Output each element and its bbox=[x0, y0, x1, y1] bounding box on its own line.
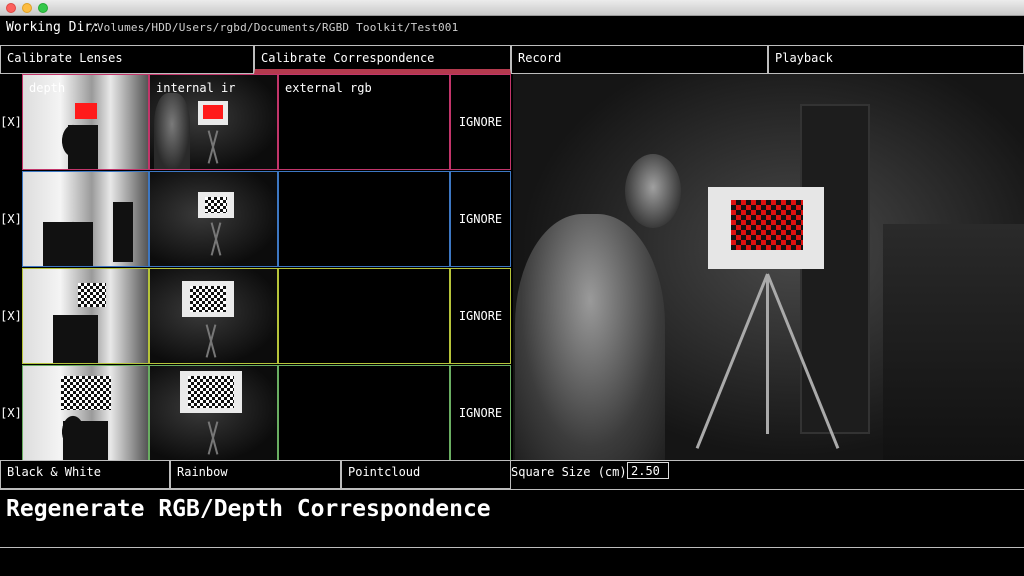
regenerate-correspondence-button[interactable]: Regenerate RGB/Depth Correspondence bbox=[0, 489, 1024, 548]
checkerboard bbox=[190, 286, 226, 312]
internal-ir-image[interactable]: internal ir bbox=[149, 74, 278, 170]
depth-image[interactable]: depth bbox=[22, 74, 149, 170]
depth-column-label: depth bbox=[29, 81, 66, 95]
working-dir-bar: Working Dir: /Volumes/HDD/Users/rgbd/Doc… bbox=[0, 16, 1024, 45]
tab-record[interactable]: Record bbox=[511, 45, 768, 74]
depth-image[interactable] bbox=[22, 171, 149, 267]
square-size-input[interactable]: 2.50 bbox=[627, 462, 669, 479]
detected-marker bbox=[75, 103, 97, 119]
square-size-control: Square Size (cm) 2.50 bbox=[511, 460, 1024, 489]
tab-playback[interactable]: Playback bbox=[768, 45, 1024, 74]
square-size-label: Square Size (cm) bbox=[511, 465, 627, 479]
window-titlebar bbox=[0, 0, 1024, 16]
tab-calibrate-lenses[interactable]: Calibrate Lenses bbox=[0, 45, 254, 74]
checkerboard bbox=[61, 376, 111, 410]
person bbox=[515, 214, 665, 460]
external-rgb-image[interactable] bbox=[278, 171, 450, 267]
capture-row: [X] depth internal ir external rgb IGNOR… bbox=[0, 74, 511, 170]
correspondence-grid: [X] depth internal ir external rgb IGNOR… bbox=[0, 74, 511, 461]
zoom-window-button[interactable] bbox=[38, 3, 48, 13]
external-rgb-image[interactable] bbox=[278, 365, 450, 461]
mode-rainbow-button[interactable]: Rainbow bbox=[170, 460, 341, 489]
external-rgb-image[interactable]: external rgb bbox=[278, 74, 450, 170]
internal-ir-image[interactable] bbox=[149, 268, 278, 364]
person-head bbox=[625, 154, 681, 228]
external-rgb-image[interactable] bbox=[278, 268, 450, 364]
include-checkbox[interactable]: [X] bbox=[0, 268, 22, 364]
checkerboard bbox=[78, 283, 106, 307]
close-window-button[interactable] bbox=[6, 3, 16, 13]
external-rgb-column-label: external rgb bbox=[285, 81, 372, 95]
ignore-button[interactable]: IGNORE bbox=[450, 171, 511, 267]
ir-preview-image[interactable] bbox=[513, 74, 1024, 460]
capture-row: [X] IGNORE bbox=[0, 365, 511, 461]
ignore-button[interactable]: IGNORE bbox=[450, 365, 511, 461]
ignore-button[interactable]: IGNORE bbox=[450, 268, 511, 364]
ignore-button[interactable]: IGNORE bbox=[450, 74, 511, 170]
capture-row: [X] IGNORE bbox=[0, 268, 511, 364]
working-dir-label: Working Dir: bbox=[6, 20, 100, 35]
checkerboard bbox=[731, 200, 803, 250]
mode-black-white-button[interactable]: Black & White bbox=[0, 460, 170, 489]
checkerboard bbox=[188, 376, 234, 408]
status-bar bbox=[0, 548, 1024, 576]
working-dir-path[interactable]: /Volumes/HDD/Users/rgbd/Documents/RGBD T… bbox=[90, 21, 458, 34]
checkerboard bbox=[205, 197, 227, 213]
include-checkbox[interactable]: [X] bbox=[0, 365, 22, 461]
minimize-window-button[interactable] bbox=[22, 3, 32, 13]
depth-image[interactable] bbox=[22, 365, 149, 461]
tab-calibrate-correspondence[interactable]: Calibrate Correspondence bbox=[254, 45, 511, 74]
mode-pointcloud-button[interactable]: Pointcloud bbox=[341, 460, 511, 489]
include-checkbox[interactable]: [X] bbox=[0, 74, 22, 170]
internal-ir-column-label: internal ir bbox=[156, 81, 236, 95]
detected-marker bbox=[203, 105, 223, 119]
include-checkbox[interactable]: [X] bbox=[0, 171, 22, 267]
internal-ir-image[interactable] bbox=[149, 171, 278, 267]
capture-row: [X] IGNORE bbox=[0, 171, 511, 267]
internal-ir-image[interactable] bbox=[149, 365, 278, 461]
depth-image[interactable] bbox=[22, 268, 149, 364]
